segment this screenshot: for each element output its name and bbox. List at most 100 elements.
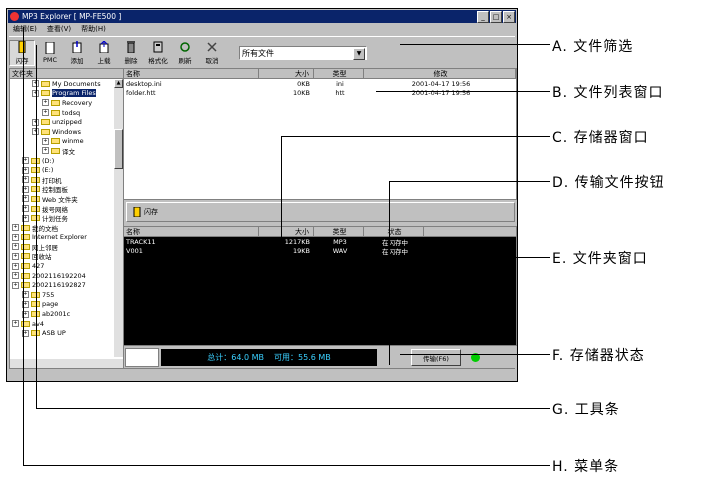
- cell-size: 0KB: [297, 79, 310, 88]
- expand-icon[interactable]: +: [42, 137, 49, 145]
- tree-node[interactable]: + winme: [10, 137, 112, 147]
- cancel-icon: [207, 42, 217, 52]
- expand-icon[interactable]: +: [12, 224, 19, 232]
- callout-h: H. 菜单条: [552, 459, 620, 475]
- tree-node[interactable]: +427: [10, 261, 112, 271]
- table-row[interactable]: desktop.ini 0KB ini 2001-04-17 19:56: [124, 79, 516, 88]
- tree-node[interactable]: + ab2001c: [10, 309, 112, 319]
- tree-node[interactable]: +My Documents: [10, 79, 112, 89]
- col-name[interactable]: 名称: [124, 227, 259, 236]
- expand-icon[interactable]: +: [42, 109, 49, 117]
- add-button-label: 添加: [70, 57, 84, 65]
- col-name[interactable]: 名称: [124, 69, 259, 78]
- storage-window: 名称 大小 类型 状态 TRACK11 1217KB MP3 在闪存中 V001 19KB…: [123, 226, 517, 346]
- tree-node[interactable]: + 打印机: [10, 175, 112, 185]
- storage-header-bar: 闪存: [126, 202, 515, 222]
- tree-node[interactable]: +2002116192827: [10, 280, 112, 290]
- menu-edit[interactable]: 编辑(E): [13, 24, 37, 35]
- folder-tree-scrollbar[interactable]: ▲: [114, 79, 123, 357]
- tree-node[interactable]: +Program Files: [10, 89, 112, 99]
- tree-node[interactable]: + 计划任务: [10, 213, 112, 223]
- folder-icon: [41, 119, 50, 126]
- cell-type: ini: [336, 79, 344, 88]
- cancel-button-label: 取消: [205, 57, 219, 65]
- scroll-thumb[interactable]: [114, 129, 123, 169]
- col-status[interactable]: 状态: [364, 227, 424, 236]
- tree-node[interactable]: + 译文: [10, 146, 112, 156]
- col-size[interactable]: 大小: [259, 227, 314, 236]
- file-filter-select[interactable]: 所有文件 ▼: [239, 46, 367, 60]
- chevron-down-icon[interactable]: ▼: [353, 48, 365, 60]
- pc-button[interactable]: PMC: [38, 42, 62, 64]
- refresh-button[interactable]: 刷新: [173, 41, 197, 65]
- tree-node-label: 控制面板: [42, 186, 68, 195]
- tree-node[interactable]: + 回收站: [10, 252, 112, 261]
- folder-icon: [51, 138, 60, 145]
- tree-node[interactable]: + todsq: [10, 108, 112, 118]
- expand-icon[interactable]: +: [12, 262, 19, 270]
- tree-node[interactable]: + (E:): [10, 165, 112, 175]
- tree-node[interactable]: +Windows: [10, 127, 112, 137]
- tree-node[interactable]: +2002116192204: [10, 271, 112, 281]
- tree-node-label: 2002116192827: [32, 281, 86, 290]
- col-type[interactable]: 类型: [314, 69, 364, 78]
- expand-icon[interactable]: +: [12, 272, 19, 280]
- upload-button[interactable]: 上载: [92, 41, 116, 65]
- cell-name: TRACK11: [126, 237, 156, 246]
- tree-node[interactable]: + Internet Explorer: [10, 233, 112, 243]
- menu-help[interactable]: 帮助(H): [81, 24, 106, 35]
- maximize-button[interactable]: □: [490, 11, 502, 23]
- tree-node[interactable]: + 我的文档: [10, 223, 112, 233]
- expand-icon[interactable]: +: [12, 252, 19, 260]
- tree-node[interactable]: + ASB UP: [10, 328, 112, 338]
- col-type[interactable]: 类型: [314, 227, 364, 236]
- expand-icon[interactable]: +: [12, 233, 19, 241]
- tree-node[interactable]: +755: [10, 290, 112, 300]
- cell-size: 10KB: [293, 88, 310, 97]
- tree-node-label: todsq: [62, 108, 81, 117]
- menu-view[interactable]: 查看(V): [47, 24, 71, 35]
- close-button[interactable]: ×: [503, 11, 515, 23]
- table-row[interactable]: V001 19KB WAV 在闪存中: [124, 246, 516, 256]
- col-size[interactable]: 大小: [259, 69, 314, 78]
- toolbar: 闪存 PMC 添加 上载 删除 格式化 刷新 取消 所有文件 ▼: [9, 36, 515, 70]
- tree-node[interactable]: + 控制面板: [10, 185, 112, 195]
- flash-icon: [133, 207, 141, 217]
- tree-node-label: ab2001c: [42, 310, 71, 319]
- cell-type: MP3: [333, 237, 347, 246]
- storage-label: 闪存: [144, 208, 158, 216]
- callout-e: E. 文件夹窗口: [552, 251, 648, 267]
- expand-icon[interactable]: +: [42, 147, 49, 155]
- minimize-button[interactable]: _: [477, 11, 489, 23]
- tree-node[interactable]: + (D:): [10, 156, 112, 166]
- cancel-button[interactable]: 取消: [200, 41, 224, 65]
- expand-icon[interactable]: +: [12, 243, 19, 251]
- add-button[interactable]: 添加: [65, 41, 89, 65]
- window-title: MP3 Explorer [ MP-FE500 ]: [22, 12, 122, 21]
- callout-line-c-v: [281, 136, 282, 272]
- folder-tree-hscrollbar[interactable]: [10, 359, 123, 368]
- tree-node[interactable]: + av4: [10, 319, 112, 329]
- tree-node[interactable]: + page: [10, 300, 112, 310]
- tree-node[interactable]: + 拨号网络: [10, 204, 112, 214]
- callout-line-h: [23, 465, 550, 466]
- folder-pane-header: 文件夹: [10, 69, 123, 79]
- expand-icon[interactable]: +: [42, 99, 49, 107]
- tree-node-label: Windows: [52, 127, 82, 136]
- tree-node[interactable]: + 网上邻居: [10, 242, 112, 252]
- tree-node[interactable]: + Web 文件夹: [10, 194, 112, 204]
- expand-icon[interactable]: +: [12, 320, 19, 328]
- tree-node[interactable]: +unzipped: [10, 117, 112, 127]
- format-button[interactable]: 格式化: [146, 41, 170, 65]
- delete-button[interactable]: 删除: [119, 41, 143, 65]
- flash-button[interactable]: 闪存: [9, 40, 35, 66]
- tree-node[interactable]: + Recovery: [10, 98, 112, 108]
- table-row[interactable]: TRACK11 1217KB MP3 在闪存中: [124, 237, 516, 247]
- tree-node-label: av4: [32, 319, 44, 328]
- col-modified[interactable]: 修改: [364, 69, 516, 78]
- cell-name: desktop.ini: [126, 79, 162, 88]
- table-row[interactable]: folder.htt 10KB htt 2001-04-17 19:56: [124, 88, 516, 97]
- transfer-button[interactable]: 传输(F6): [411, 349, 461, 366]
- scroll-up-icon[interactable]: ▲: [114, 79, 123, 88]
- expand-icon[interactable]: +: [12, 281, 19, 289]
